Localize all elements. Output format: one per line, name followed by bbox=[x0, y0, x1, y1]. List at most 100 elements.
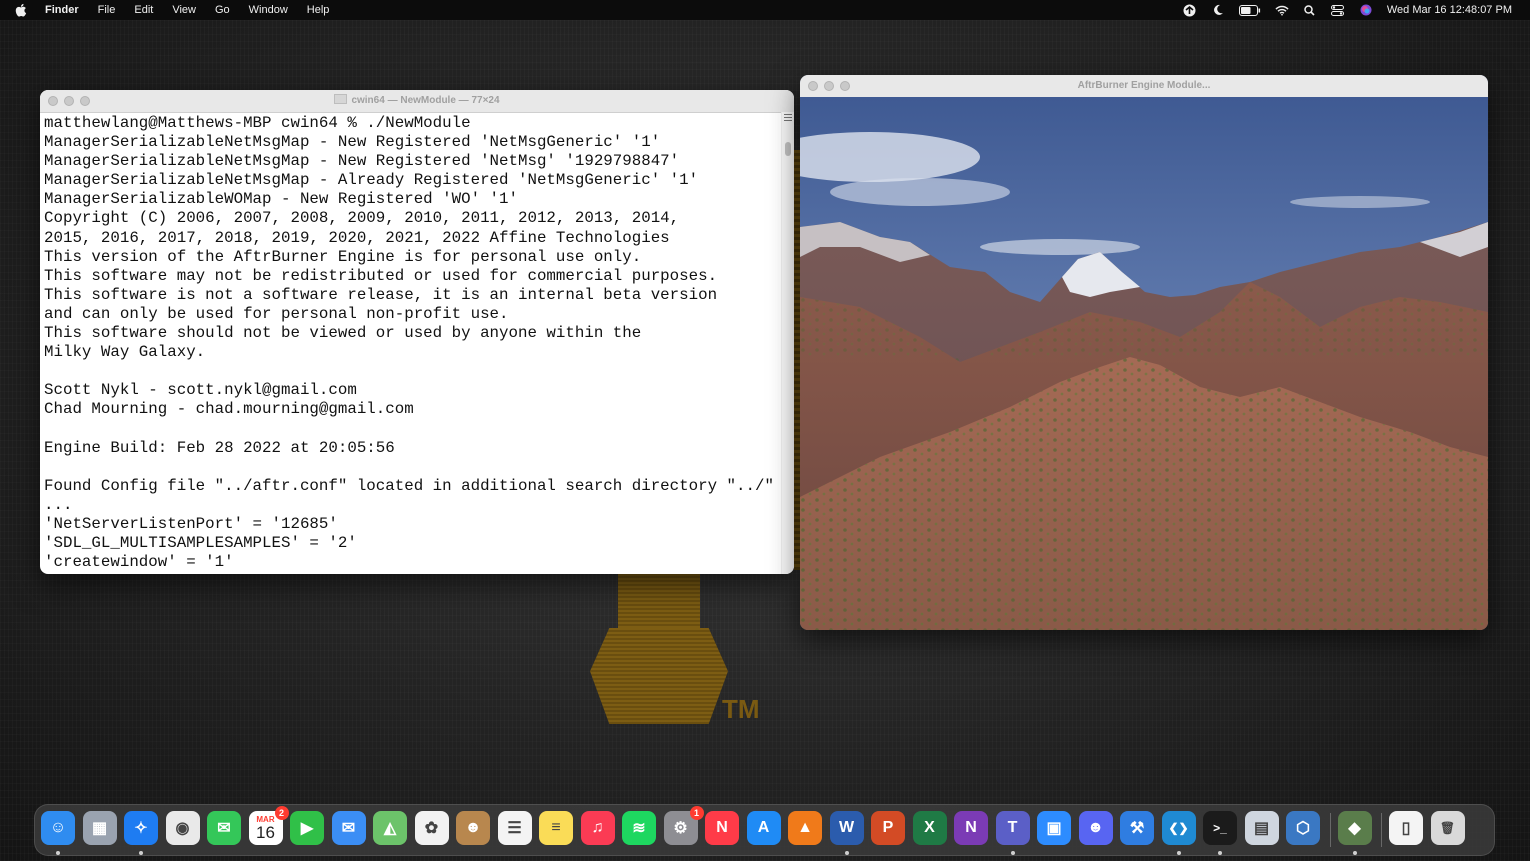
apple-icon[interactable] bbox=[14, 3, 27, 17]
siri-icon[interactable] bbox=[1359, 4, 1373, 16]
dock-contacts-icon[interactable]: ☻ bbox=[456, 811, 490, 845]
documents-glyph: ▯ bbox=[1401, 820, 1411, 837]
folder-icon bbox=[334, 94, 348, 104]
dock-aftrburner-icon[interactable]: ▲ bbox=[788, 811, 822, 845]
terminal-glyph: >_ bbox=[1213, 821, 1227, 835]
terminal-line: 'SDL_GL_MULTISAMPLESAMPLES' = '2' bbox=[44, 534, 357, 553]
dock-discord-icon[interactable]: ☻ bbox=[1078, 811, 1113, 845]
dock-excel-icon[interactable]: X bbox=[912, 811, 947, 845]
split-pane-handle-icon[interactable] bbox=[784, 114, 792, 121]
dock-notes-icon[interactable]: ≡ bbox=[539, 811, 573, 845]
terminal-title: cwin64 — NewModule — 77×24 bbox=[40, 90, 794, 112]
dock-system-preferences-icon[interactable]: ⚙ 1 bbox=[663, 806, 704, 845]
menu-app-name[interactable]: Finder bbox=[45, 4, 79, 16]
engine-module-glyph: ◆ bbox=[1348, 820, 1361, 837]
menu-window[interactable]: Window bbox=[249, 4, 288, 16]
powerpoint-glyph: P bbox=[882, 819, 894, 836]
music-glyph: ♫ bbox=[591, 819, 604, 836]
terminal-line: This version of the AftrBurner Engine is… bbox=[44, 247, 642, 266]
battery-icon[interactable] bbox=[1238, 4, 1261, 16]
notification-badge: 2 bbox=[274, 806, 289, 820]
terminal-line: ManagerSerializableNetMsgMap - New Regis… bbox=[44, 152, 680, 171]
engine-title: AftrBurner Engine Module... bbox=[1077, 80, 1211, 91]
menu-file[interactable]: File bbox=[98, 4, 116, 16]
terminal-line: Chad Mourning - chad.mourning@gmail.com bbox=[44, 400, 414, 419]
trash-glyph: 🗑 bbox=[1439, 821, 1456, 835]
spotlight-search-icon[interactable] bbox=[1303, 4, 1317, 16]
dock-chrome-icon[interactable]: ◉ bbox=[165, 811, 200, 845]
dock-photos-icon[interactable]: ✿ bbox=[414, 811, 449, 845]
dock-engine-module-icon[interactable]: ◆ bbox=[1337, 811, 1372, 845]
photos-glyph: ✿ bbox=[424, 820, 439, 837]
dock-spotify-icon[interactable]: ≋ bbox=[622, 811, 656, 845]
dock-terminal-icon[interactable]: >_ bbox=[1203, 811, 1237, 845]
dock-mail-icon[interactable]: ✉ bbox=[331, 811, 366, 845]
dock-music-icon[interactable]: ♫ bbox=[580, 811, 615, 845]
dock-launchpad-icon[interactable]: ▦ bbox=[82, 811, 117, 845]
dock-running-indicator bbox=[1352, 851, 1357, 855]
menu-view[interactable]: View bbox=[172, 4, 196, 16]
dock-calendar-icon[interactable]: MAR 16 2 bbox=[248, 806, 289, 845]
dock-documents-icon[interactable]: ▯ bbox=[1389, 811, 1423, 845]
dock-app-store-icon[interactable]: A bbox=[746, 811, 781, 845]
terrain-render-viewport[interactable] bbox=[800, 97, 1488, 630]
wifi-icon[interactable] bbox=[1275, 4, 1289, 16]
menu-bar-clock[interactable]: Wed Mar 16 12:48:07 PM bbox=[1387, 4, 1512, 16]
moon-icon[interactable] bbox=[1211, 4, 1225, 16]
dock-news-icon[interactable]: N bbox=[705, 811, 739, 845]
notification-badge: 1 bbox=[689, 806, 704, 820]
terminal-line: ManagerSerializableWOMap - New Registere… bbox=[44, 190, 518, 209]
dock-xcode-icon[interactable]: ⚒ bbox=[1120, 811, 1154, 845]
app-store-glyph: A bbox=[757, 819, 770, 836]
terminal-output[interactable]: matthewlang@Matthews-MBP cwin64 % ./NewM… bbox=[40, 112, 782, 574]
terminal-line: matthewlang@Matthews-MBP cwin64 % ./NewM… bbox=[44, 114, 471, 132]
notes-glyph: ≡ bbox=[551, 819, 561, 836]
dock-onenote-icon[interactable]: N bbox=[954, 811, 988, 845]
zoom-glyph: ▣ bbox=[1046, 820, 1062, 837]
dock-virtualbox-icon[interactable]: ⬡ bbox=[1286, 811, 1320, 845]
terminal-titlebar[interactable]: cwin64 — NewModule — 77×24 bbox=[40, 90, 794, 113]
dock-teams-icon[interactable]: T bbox=[995, 811, 1030, 845]
dock-running-indicator bbox=[1176, 851, 1181, 855]
contacts-glyph: ☻ bbox=[464, 819, 482, 836]
terminal-scrollbar[interactable] bbox=[781, 112, 794, 574]
dock-trash-icon[interactable]: 🗑 bbox=[1430, 811, 1465, 845]
terminal-line: 'createwindow' = '1' bbox=[44, 553, 234, 572]
scrollbar-thumb[interactable] bbox=[785, 142, 791, 156]
terminal-line: This software should not be viewed or us… bbox=[44, 324, 642, 343]
safari-glyph: ✧ bbox=[134, 820, 148, 837]
finder-glyph: ☺ bbox=[49, 819, 67, 836]
xcode-glyph: ⚒ bbox=[1129, 820, 1145, 837]
dock-zoom-icon[interactable]: ▣ bbox=[1037, 811, 1071, 845]
menu-edit[interactable]: Edit bbox=[134, 4, 153, 16]
aftrburner-glyph: ▲ bbox=[797, 819, 813, 836]
dock-powerpoint-icon[interactable]: P bbox=[871, 811, 905, 845]
dock-finder-icon[interactable]: ☺ bbox=[41, 811, 75, 845]
dock-running-indicator bbox=[1218, 851, 1222, 855]
terminal-line: and can only be used for personal non-pr… bbox=[44, 304, 509, 323]
accessibility-icon[interactable] bbox=[1183, 4, 1197, 16]
dock-reminders-icon[interactable]: ☰ bbox=[497, 811, 532, 845]
dock-word-icon[interactable]: W bbox=[829, 811, 864, 845]
terminal-line: ManagerSerializableNetMsgMap - New Regis… bbox=[44, 133, 661, 152]
dock-facetime-icon[interactable]: ▶ bbox=[290, 811, 324, 845]
engine-module-window[interactable]: AftrBurner Engine Module... bbox=[800, 75, 1488, 630]
messages-glyph: ✉ bbox=[217, 820, 231, 837]
menu-help[interactable]: Help bbox=[307, 4, 330, 16]
dock-safari-icon[interactable]: ✧ bbox=[124, 811, 158, 845]
system-preferences-glyph: ⚙ bbox=[673, 820, 688, 837]
dock-messages-icon[interactable]: ✉ bbox=[207, 811, 241, 845]
dock-preview-icon[interactable]: ▤ bbox=[1244, 811, 1279, 845]
terminal-line: ... bbox=[44, 495, 73, 514]
dock-vscode-icon[interactable]: ❮❯ bbox=[1161, 811, 1196, 845]
dock-maps-icon[interactable]: ◭ bbox=[373, 811, 407, 845]
engine-titlebar[interactable]: AftrBurner Engine Module... bbox=[800, 75, 1488, 98]
dock-separator bbox=[1381, 813, 1382, 847]
terminal-window[interactable]: cwin64 — NewModule — 77×24 matthewlang@M… bbox=[40, 90, 794, 574]
virtualbox-glyph: ⬡ bbox=[1296, 820, 1310, 837]
control-center-icon[interactable] bbox=[1331, 4, 1345, 16]
menu-go[interactable]: Go bbox=[215, 4, 230, 16]
terminal-line: This software may not be redistributed o… bbox=[44, 266, 718, 285]
